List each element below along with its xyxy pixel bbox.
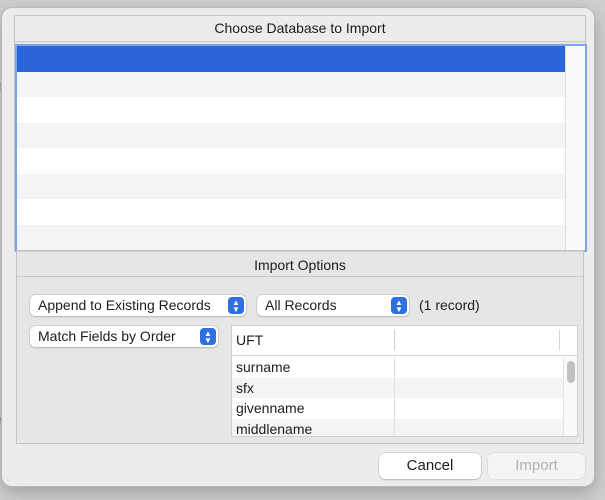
database-row[interactable] bbox=[17, 71, 565, 97]
import-options-group: Import Options Append to Existing Record… bbox=[16, 250, 584, 444]
database-row-selected[interactable] bbox=[17, 46, 565, 72]
database-row[interactable] bbox=[17, 97, 565, 123]
match-fields-popup[interactable]: Match Fields by Order ▲ ▼ bbox=[30, 326, 218, 347]
table-row[interactable]: givenname bbox=[232, 398, 564, 419]
records-popup[interactable]: All Records ▲ ▼ bbox=[257, 295, 409, 316]
chevron-updown-icon: ▲ ▼ bbox=[228, 297, 244, 314]
database-group: Choose Database to Import bbox=[14, 15, 587, 252]
column-divider bbox=[394, 330, 395, 350]
scrollbar-thumb[interactable] bbox=[567, 361, 575, 383]
database-row[interactable] bbox=[17, 199, 565, 225]
import-options-title: Import Options bbox=[17, 251, 583, 277]
database-row[interactable] bbox=[17, 224, 565, 250]
import-mode-popup[interactable]: Append to Existing Records ▲ ▼ bbox=[30, 295, 246, 316]
column-divider bbox=[394, 418, 395, 436]
field-table-column-header[interactable]: UFT bbox=[236, 332, 263, 348]
field-table-body: surname sfx givenname middlename bbox=[232, 357, 564, 437]
field-name: middlename bbox=[236, 420, 313, 437]
field-name: givenname bbox=[236, 400, 305, 416]
match-fields-label: Match Fields by Order bbox=[38, 328, 176, 344]
column-divider bbox=[559, 330, 560, 350]
chevron-updown-icon: ▲ ▼ bbox=[200, 328, 216, 345]
field-mapping-table[interactable]: UFT surname sfx givenname middlename bbox=[231, 325, 578, 437]
field-table-scrollbar[interactable] bbox=[563, 357, 577, 436]
column-divider bbox=[394, 357, 395, 378]
cancel-button[interactable]: Cancel bbox=[379, 453, 481, 479]
column-divider bbox=[394, 377, 395, 398]
record-count: (1 record) bbox=[419, 297, 480, 313]
column-divider bbox=[394, 398, 395, 419]
database-list[interactable] bbox=[15, 44, 587, 252]
database-row[interactable] bbox=[17, 148, 565, 174]
table-row[interactable]: surname bbox=[232, 357, 564, 378]
field-name: surname bbox=[236, 359, 291, 375]
table-row[interactable]: middlename bbox=[232, 418, 564, 437]
field-table-header: UFT bbox=[232, 326, 577, 356]
field-name: sfx bbox=[236, 379, 254, 396]
database-row[interactable] bbox=[17, 122, 565, 148]
import-button[interactable]: Import bbox=[488, 453, 585, 479]
records-label: All Records bbox=[265, 297, 337, 313]
database-row[interactable] bbox=[17, 173, 565, 199]
chevron-updown-icon: ▲ ▼ bbox=[391, 297, 407, 314]
import-mode-label: Append to Existing Records bbox=[38, 297, 211, 313]
import-dialog: Choose Database to Import Import Options… bbox=[2, 8, 594, 486]
database-group-title: Choose Database to Import bbox=[15, 16, 585, 42]
table-row[interactable]: sfx bbox=[232, 377, 564, 398]
database-list-scrollbar[interactable] bbox=[565, 46, 585, 250]
